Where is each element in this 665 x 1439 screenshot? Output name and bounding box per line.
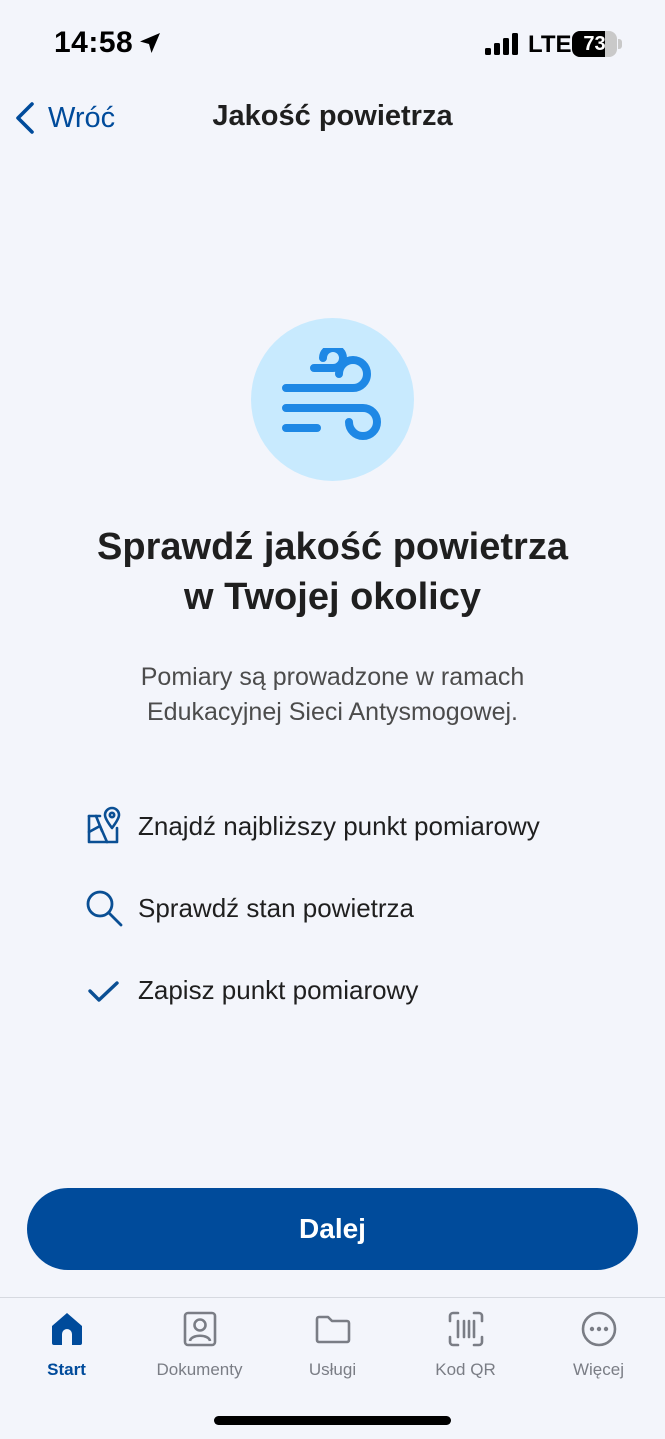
qr-code-icon [448, 1311, 483, 1347]
feature-item-find: Znajdź najbliższy punkt pomiarowy [84, 804, 540, 848]
id-card-icon [183, 1311, 216, 1347]
tab-uslugi[interactable]: Usługi [266, 1310, 399, 1390]
home-icon [51, 1313, 82, 1345]
wind-icon [282, 348, 381, 440]
tab-label: Więcej [572, 1360, 624, 1379]
feature-item-save: Zapisz punkt pomiarowy [84, 968, 418, 1012]
folder-icon [315, 1315, 350, 1344]
network-label: LTE [528, 31, 572, 58]
hero-illustration [251, 318, 414, 481]
feature-label: Sprawdź stan powietrza [138, 892, 415, 923]
location-arrow-icon [140, 33, 160, 53]
signal-icon [485, 33, 518, 55]
status-bar: 14:58 LTE 73 [0, 0, 665, 90]
headline-line-1: Sprawdź jakość powietrza [97, 526, 568, 568]
headline-line-2: w Twojej okolicy [183, 576, 482, 618]
page-title: Jakość powietrza [212, 100, 453, 132]
battery-level: 73 [583, 33, 606, 55]
continue-button[interactable]: Dalej [27, 1188, 638, 1270]
checkmark-icon [88, 981, 119, 1002]
tab-label: Start [47, 1360, 86, 1379]
description-line-1: Pomiary są prowadzone w ramach [140, 663, 525, 691]
tab-wiecej[interactable]: Więcej [532, 1310, 665, 1390]
battery-icon: 73 [572, 31, 622, 57]
map-pin-icon [87, 806, 121, 844]
tab-start[interactable]: Start [0, 1310, 133, 1390]
home-indicator [214, 1416, 451, 1425]
status-time: 14:58 [54, 26, 134, 59]
tab-kod-qr[interactable]: Kod QR [399, 1310, 532, 1390]
more-icon [581, 1311, 616, 1347]
feature-item-check: Sprawdź stan powietrza [84, 886, 414, 930]
tab-label: Dokumenty [156, 1360, 243, 1379]
description-line-2: Edukacyjnej Sieci Antysmogowej. [146, 698, 519, 726]
navigation-bar: Wróć Jakość powietrza [0, 90, 665, 150]
feature-label: Zapisz punkt pomiarowy [138, 974, 419, 1005]
headline: Sprawdź jakość powietrza w Twojej okolic… [0, 522, 665, 622]
feature-label: Znajdź najbliższy punkt pomiarowy [138, 810, 540, 841]
tab-dokumenty[interactable]: Dokumenty [133, 1310, 266, 1390]
tab-label: Kod QR [435, 1360, 496, 1379]
description: Pomiary są prowadzone w ramach Edukacyjn… [0, 660, 665, 730]
search-icon [86, 890, 123, 927]
tab-label: Usługi [308, 1360, 357, 1379]
